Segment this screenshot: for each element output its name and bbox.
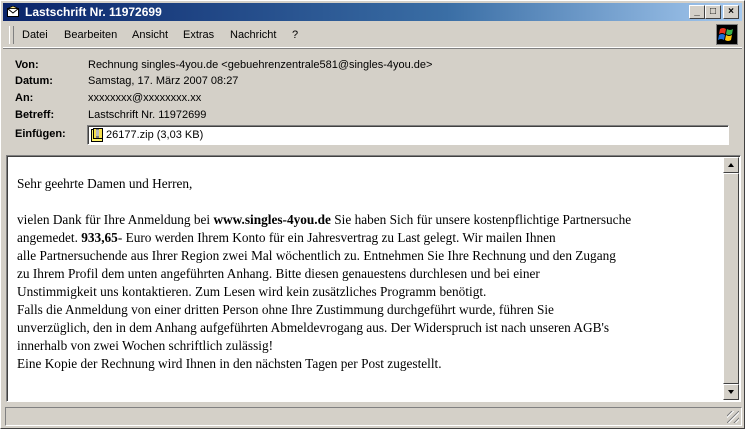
body-line: unverzüglich, den in dem Anhang aufgefüh…: [17, 320, 610, 335]
zip-file-icon[interactable]: [91, 128, 104, 142]
scroll-thumb[interactable]: [723, 173, 739, 384]
arrow-up-icon: [728, 163, 734, 167]
attachment-filename[interactable]: 26177.zip (3,03 KB): [106, 129, 203, 141]
menu-bar: Datei Bearbeiten Ansicht Extras Nachrich…: [3, 23, 742, 48]
to-label: An:: [15, 92, 34, 104]
from-label: Von:: [15, 59, 39, 71]
menu-bearbeiten[interactable]: Bearbeiten: [64, 29, 117, 41]
menu-help[interactable]: ?: [292, 29, 298, 41]
vertical-scrollbar[interactable]: [723, 157, 739, 400]
date-value: Samstag, 17. März 2007 08:27: [88, 75, 239, 87]
menu-extras[interactable]: Extras: [183, 29, 214, 41]
body-text-segment: angemedet.: [17, 230, 82, 245]
envelope-icon: [7, 6, 19, 17]
body-line: alle Partnersuchende aus Ihrer Region zw…: [17, 248, 616, 263]
menu-ansicht[interactable]: Ansicht: [132, 29, 168, 41]
body-text-segment: vielen Dank für Ihre Anmeldung bei: [17, 212, 214, 227]
message-body[interactable]: Sehr geehrte Damen und Herren, vielen Da…: [6, 155, 741, 402]
subject-label: Betreff:: [15, 109, 55, 121]
body-line: Eine Kopie der Rechnung wird Ihnen in de…: [17, 356, 442, 371]
date-label: Datum:: [15, 75, 53, 87]
status-bar: [5, 407, 742, 426]
scroll-down-button[interactable]: [723, 384, 739, 400]
windows-flag-icon: [718, 28, 733, 41]
body-text-segment: - Euro werden Ihrem Konto für ein Jahres…: [117, 230, 556, 245]
menu-datei[interactable]: Datei: [22, 29, 48, 41]
greeting: Sehr geehrte Damen und Herren,: [17, 176, 193, 191]
attachment-field[interactable]: 26177.zip (3,03 KB): [87, 125, 729, 145]
body-line: angemedet. 933,65- Euro werden Ihrem Kon…: [17, 229, 717, 247]
to-value: xxxxxxxx@xxxxxxxx.xx: [88, 92, 202, 104]
body-line: Falls die Anmeldung von einer dritten Pe…: [17, 302, 554, 317]
body-line: vielen Dank für Ihre Anmeldung bei www.s…: [17, 211, 717, 229]
close-button[interactable]: ×: [723, 5, 739, 19]
body-line: innerhalb von zwei Wochen schriftlich zu…: [17, 338, 274, 353]
resize-grip[interactable]: [727, 411, 739, 423]
body-text-segment: Sie haben Sich für unsere kostenpflichti…: [330, 212, 632, 227]
minimize-button[interactable]: _: [689, 5, 705, 19]
menu-nachricht[interactable]: Nachricht: [230, 29, 276, 41]
message-text: Sehr geehrte Damen und Herren, vielen Da…: [17, 175, 717, 373]
amount: 933,65: [81, 230, 118, 245]
site-link[interactable]: www.singles-4you.de: [213, 212, 330, 227]
attachment-label: Einfügen:: [15, 128, 66, 140]
maximize-button[interactable]: □: [705, 5, 721, 19]
body-line: Unstimmigkeit uns kontaktieren. Zum Lese…: [17, 284, 487, 299]
subject-value: Lastschrift Nr. 11972699: [88, 109, 207, 121]
arrow-down-icon: [728, 390, 734, 394]
from-value: Rechnung singles-4you.de <gebuehrenzentr…: [88, 59, 433, 71]
window-title: Lastschrift Nr. 11972699: [25, 5, 162, 19]
message-window: Lastschrift Nr. 11972699 _ □ × Datei Bea…: [0, 0, 745, 429]
scroll-up-button[interactable]: [723, 157, 739, 173]
windows-logo-icon: [716, 24, 738, 45]
toolbar-grip[interactable]: [9, 26, 14, 44]
title-bar[interactable]: Lastschrift Nr. 11972699 _ □ ×: [3, 3, 742, 21]
body-line: zu Ihrem Profil dem unten angeführten An…: [17, 266, 540, 281]
